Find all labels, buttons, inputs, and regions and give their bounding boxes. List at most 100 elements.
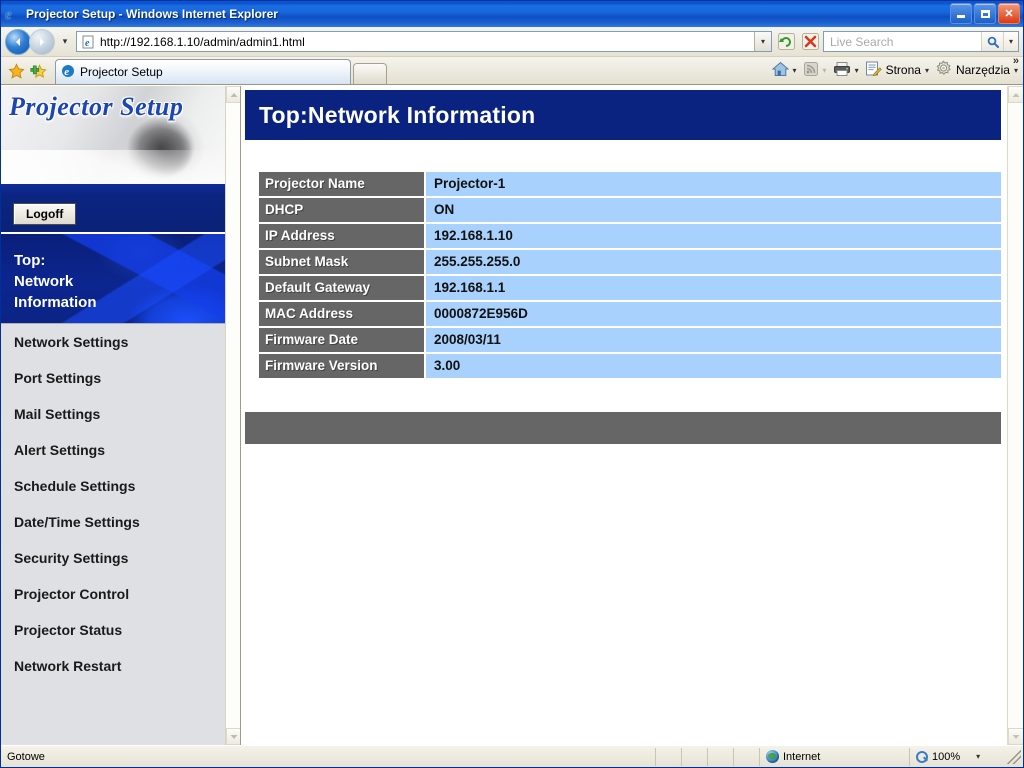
forward-button[interactable]: [29, 28, 55, 55]
tab-bar: e Projector Setup ▾ ▾ ▾ Strona ▾ Narzędz…: [1, 55, 1023, 85]
row-label: MAC Address: [259, 302, 424, 326]
table-row: Default Gateway 192.168.1.1: [259, 276, 1001, 300]
sidebar-item-projector-status[interactable]: Projector Status: [1, 612, 225, 648]
security-zone-indicator[interactable]: Internet: [759, 747, 909, 766]
command-bar: ▾ ▾ ▾ Strona ▾ Narzędzia ▾ »: [769, 55, 1021, 83]
status-segment: [655, 747, 681, 766]
sidebar-item-label: Security Settings: [14, 549, 129, 566]
sidebar-item-label: Network Settings: [14, 333, 129, 350]
page-menu-button[interactable]: Strona ▾: [862, 59, 932, 81]
row-value: 255.255.255.0: [424, 250, 1001, 274]
toolbar-overflow-button[interactable]: »: [1013, 55, 1019, 67]
print-caret[interactable]: ▾: [855, 66, 859, 75]
site-logo-text: Projector Setup: [9, 92, 184, 121]
search-icon[interactable]: [981, 32, 1003, 51]
add-favorite-icon[interactable]: [27, 58, 49, 84]
address-dropdown-caret[interactable]: ▾: [754, 32, 771, 51]
row-value: 0000872E956D: [424, 302, 1001, 326]
sidebar-item-network-restart[interactable]: Network Restart: [1, 648, 225, 684]
page-icon: e: [80, 34, 96, 50]
close-button[interactable]: ✕: [998, 3, 1020, 24]
address-url-text: http://192.168.1.10/admin/admin1.html: [100, 34, 305, 49]
sidebar-item-label: Date/Time Settings: [14, 513, 140, 530]
row-label: Subnet Mask: [259, 250, 424, 274]
sidebar-item-label: Alert Settings: [14, 441, 106, 458]
logoff-button[interactable]: Logoff: [13, 203, 77, 225]
tools-menu-button[interactable]: Narzędzia ▾: [932, 59, 1021, 81]
row-label: IP Address: [259, 224, 424, 248]
table-row: MAC Address 0000872E956D: [259, 302, 1001, 326]
sidebar-item-schedule-settings[interactable]: Schedule Settings: [1, 468, 225, 504]
search-box[interactable]: Live Search ▾: [823, 31, 1019, 52]
page-menu-label: Strona: [885, 63, 921, 77]
status-segment: [681, 747, 707, 766]
sidebar-item-port-settings[interactable]: Port Settings: [1, 360, 225, 396]
sidebar-scrollbar[interactable]: [225, 86, 240, 745]
row-value: 3.00: [424, 354, 1001, 378]
row-label: Projector Name: [259, 172, 424, 196]
sidebar-item-date-time-settings[interactable]: Date/Time Settings: [1, 504, 225, 540]
search-input[interactable]: Live Search: [824, 35, 981, 49]
sidebar-item-top-network-information[interactable]: Top: Network Information: [1, 234, 225, 324]
page-scroll-up-arrow-icon[interactable]: [1008, 86, 1023, 103]
feeds-caret: ▾: [822, 65, 827, 75]
internet-zone-icon: [766, 750, 779, 763]
svg-text:e: e: [64, 66, 69, 78]
new-tab-button[interactable]: [353, 63, 387, 84]
banner-blue-strip: [1, 184, 225, 196]
search-dropdown-caret[interactable]: ▾: [1003, 32, 1018, 51]
sidebar-item-label: Port Settings: [14, 369, 102, 386]
refresh-icon[interactable]: [775, 31, 797, 53]
row-label: Firmware Version: [259, 354, 424, 378]
window-controls: ✕: [950, 3, 1020, 24]
active-item-line2: Network: [14, 273, 74, 290]
sidebar-banner: Projector Setup: [1, 86, 225, 196]
home-caret[interactable]: ▾: [793, 66, 797, 75]
security-zone-label: Internet: [783, 750, 821, 763]
row-label: Firmware Date: [259, 328, 424, 352]
sidebar-item-mail-settings[interactable]: Mail Settings: [1, 396, 225, 432]
content-footer-bar: [245, 412, 1001, 444]
table-row: Firmware Version 3.00: [259, 354, 1001, 378]
sidebar-item-label: Schedule Settings: [14, 477, 136, 494]
print-button[interactable]: ▾: [830, 59, 862, 81]
sidebar-item-label: Projector Control: [14, 585, 130, 602]
scroll-down-arrow-icon[interactable]: [226, 728, 240, 745]
title-bar: e Projector Setup - Windows Internet Exp…: [1, 1, 1023, 27]
zoom-dropdown-caret[interactable]: ▾: [976, 752, 980, 761]
page-title: Top:Network Information: [259, 101, 536, 128]
stop-icon[interactable]: [799, 31, 821, 53]
browser-tab[interactable]: e Projector Setup: [55, 59, 351, 84]
sidebar-item-network-settings[interactable]: Network Settings: [1, 324, 225, 360]
sidebar-frame: Projector Setup Logoff Top: Network Info…: [1, 86, 241, 745]
sidebar-item-alert-settings[interactable]: Alert Settings: [1, 432, 225, 468]
favorites-star-icon[interactable]: [5, 58, 27, 84]
home-button[interactable]: ▾: [769, 59, 800, 81]
internet-explorer-icon: e: [5, 6, 12, 23]
row-value: 192.168.1.10: [424, 224, 1001, 248]
minimize-button[interactable]: [950, 3, 972, 24]
table-row: Firmware Date 2008/03/11: [259, 328, 1001, 352]
home-icon: [771, 61, 789, 80]
restore-button[interactable]: [974, 3, 996, 24]
table-row: DHCP ON: [259, 198, 1001, 222]
page-scrollbar[interactable]: [1007, 86, 1023, 745]
history-dropdown-caret[interactable]: ▾: [58, 36, 72, 47]
address-bar[interactable]: e http://192.168.1.10/admin/admin1.html …: [76, 31, 772, 52]
status-segment: [707, 747, 733, 766]
page-content-area: Projector Setup Logoff Top: Network Info…: [1, 85, 1023, 745]
zoom-indicator[interactable]: 100% ▾: [909, 747, 1005, 766]
row-label: Default Gateway: [259, 276, 424, 300]
sidebar: Projector Setup Logoff Top: Network Info…: [1, 86, 225, 745]
sidebar-item-projector-control[interactable]: Projector Control: [1, 576, 225, 612]
resize-grip-icon[interactable]: [1007, 749, 1021, 764]
page-scroll-down-arrow-icon[interactable]: [1008, 728, 1023, 745]
page-menu-caret[interactable]: ▾: [925, 66, 929, 75]
tools-menu-label: Narzędzia: [955, 63, 1010, 77]
back-button[interactable]: [5, 28, 31, 55]
sidebar-item-security-settings[interactable]: Security Settings: [1, 540, 225, 576]
feeds-button[interactable]: ▾: [800, 59, 830, 81]
scroll-up-arrow-icon[interactable]: [226, 86, 240, 103]
table-row: Subnet Mask 255.255.255.0: [259, 250, 1001, 274]
page-title-banner: Top:Network Information: [245, 90, 1001, 140]
